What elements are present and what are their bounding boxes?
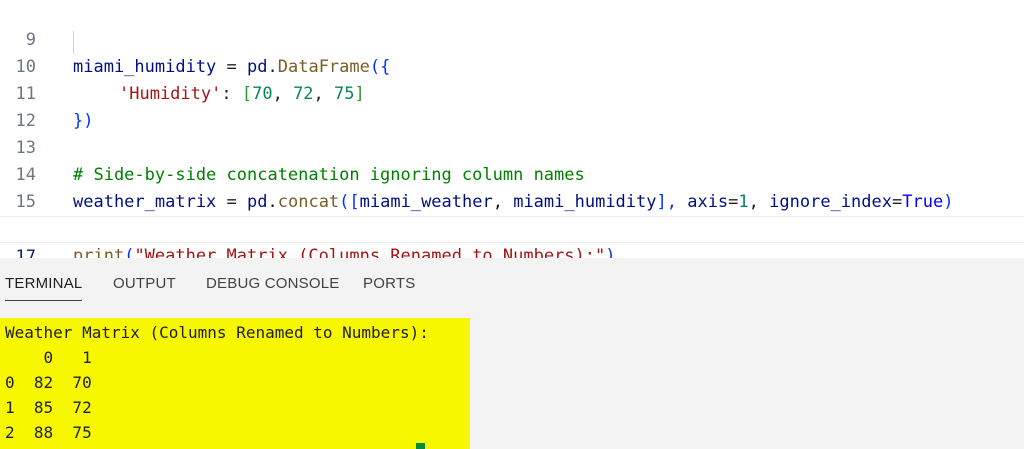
terminal-cursor xyxy=(416,443,425,449)
tab-terminal[interactable]: TERMINAL xyxy=(5,275,83,301)
code-line-11[interactable]: 11 }) xyxy=(0,54,1024,131)
vscode-window: 9 miami_humidity = pd.DataFrame({ 10 'Hu… xyxy=(0,0,1024,449)
panel-tab-bar: TERMINAL OUTPUT DEBUG CONSOLE PORTS xyxy=(0,258,1024,306)
code-line-17[interactable]: 17 print(weather_matrix) xyxy=(0,216,1024,294)
terminal-output-line: 2 88 75 xyxy=(5,423,92,442)
tab-debug-console[interactable]: DEBUG CONSOLE xyxy=(206,275,339,293)
tab-output[interactable]: OUTPUT xyxy=(113,275,176,293)
code-line-14[interactable]: 14 weather_matrix = pd.concat([miami_wea… xyxy=(0,135,1024,212)
code-editor[interactable]: 9 miami_humidity = pd.DataFrame({ 10 'Hu… xyxy=(0,0,1024,294)
tab-ports[interactable]: PORTS xyxy=(363,275,415,293)
code-line-9[interactable]: 9 miami_humidity = pd.DataFrame({ xyxy=(0,0,1024,77)
terminal-output-line: 0 82 70 xyxy=(5,373,92,392)
bottom-panel: TERMINAL OUTPUT DEBUG CONSOLE PORTS Weat… xyxy=(0,258,1024,449)
code-line-16[interactable]: 16 print("Weather Matrix (Columns Rename… xyxy=(0,189,1024,266)
terminal-output-line: 0 1 xyxy=(5,348,92,367)
code-line-12[interactable]: 12 xyxy=(0,81,1024,131)
terminal-view[interactable]: Weather Matrix (Columns Renamed to Numbe… xyxy=(0,318,1024,449)
code-line-13[interactable]: 13 # Side-by-side concatenation ignoring… xyxy=(0,108,1024,185)
code-line-15[interactable]: 15 xyxy=(0,162,1024,212)
indent-guide xyxy=(73,31,74,54)
terminal-output-line: 1 85 72 xyxy=(5,398,92,417)
code-line-10[interactable]: 10 'Humidity': [70, 72, 75] xyxy=(0,27,1024,104)
terminal-output-line: Weather Matrix (Columns Renamed to Numbe… xyxy=(5,323,429,342)
